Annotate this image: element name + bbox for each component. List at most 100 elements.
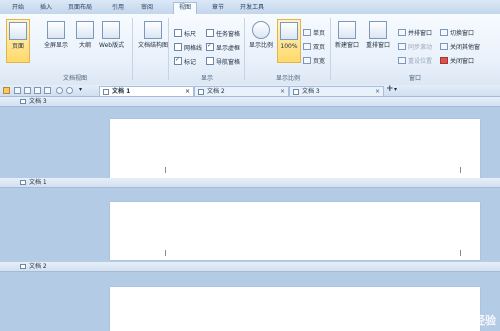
side-by-side-icon bbox=[398, 29, 406, 36]
view-outline-button[interactable]: 大纲 bbox=[73, 19, 97, 63]
doc-structure-button[interactable]: 文档结构图 bbox=[136, 19, 170, 63]
web-layout-icon bbox=[102, 21, 120, 39]
view-web-button[interactable]: Web版式 bbox=[99, 19, 124, 63]
checkbox-icon bbox=[206, 29, 214, 37]
group-label-zoom: 显示比例 bbox=[275, 75, 300, 82]
baidu-watermark: Baidu经验 bbox=[438, 314, 496, 327]
close-tab-icon[interactable]: × bbox=[185, 87, 190, 97]
menu-references[interactable]: 引用 bbox=[112, 3, 124, 13]
gridlines-checkbox[interactable]: 网格线 bbox=[174, 43, 202, 52]
markup-checkbox[interactable]: 标记 bbox=[174, 55, 196, 66]
tab-list-dropdown-icon[interactable]: ▾ bbox=[394, 86, 397, 93]
document-icon bbox=[20, 99, 26, 104]
document-page[interactable] bbox=[110, 287, 480, 331]
close-window-button[interactable]: 关闭窗口 bbox=[440, 57, 474, 66]
document-page[interactable] bbox=[110, 202, 480, 260]
document-pane-3: 文档 3 bbox=[0, 97, 500, 178]
menu-section[interactable]: 章节 bbox=[212, 3, 224, 13]
ribbon: 页面 全屏显示 大纲 Web版式 文档视图 文档结构图 标尺 网格线 标记 任务… bbox=[0, 14, 500, 86]
document-icon bbox=[293, 89, 299, 95]
pane-header: 文档 2 bbox=[0, 262, 500, 272]
crop-mark bbox=[460, 250, 466, 256]
format-painter-icon[interactable] bbox=[44, 87, 51, 94]
sync-scroll-icon bbox=[398, 43, 406, 50]
menu-developer[interactable]: 开发工具 bbox=[240, 3, 264, 13]
document-icon bbox=[198, 89, 204, 95]
menu-start[interactable]: 开始 bbox=[12, 3, 24, 13]
view-page-button[interactable]: 页面 bbox=[6, 19, 30, 63]
document-pane-2: 文档 2 Baidu经验 bbox=[0, 262, 500, 331]
quick-access-dropdown-icon[interactable]: ▾ bbox=[79, 86, 82, 93]
side-by-side-button[interactable]: 并排窗口 bbox=[398, 29, 432, 38]
checkbox-icon bbox=[174, 29, 182, 37]
task-pane-checkbox[interactable]: 任务窗格 bbox=[206, 29, 240, 38]
document-tab-bar: ▾ 文档 1 × 文档 2 × 文档 3 × + ▾ bbox=[0, 84, 500, 97]
save-icon[interactable] bbox=[14, 87, 21, 94]
two-pages-button[interactable]: 双页 bbox=[303, 43, 325, 52]
ruler-checkbox[interactable]: 标尺 bbox=[174, 29, 196, 38]
zoom-100-button[interactable]: 100% bbox=[277, 19, 301, 63]
checkbox-checked-icon bbox=[206, 41, 214, 51]
one-page-button[interactable]: 单页 bbox=[303, 29, 325, 38]
zoom-100-icon bbox=[280, 22, 298, 40]
ribbon-separator bbox=[168, 18, 169, 80]
new-tab-icon[interactable]: + bbox=[386, 84, 394, 94]
document-icon bbox=[20, 180, 26, 185]
ribbon-separator bbox=[330, 18, 331, 80]
crop-mark bbox=[160, 167, 166, 173]
switch-window-button[interactable]: 切换窗口 bbox=[440, 29, 474, 38]
print-icon[interactable] bbox=[24, 87, 31, 94]
one-page-icon bbox=[303, 29, 311, 36]
document-page[interactable] bbox=[110, 119, 480, 178]
crop-mark bbox=[460, 167, 466, 173]
fullscreen-icon bbox=[47, 21, 65, 39]
outline-icon bbox=[76, 21, 94, 39]
open-folder-icon[interactable] bbox=[3, 87, 10, 94]
redo-icon[interactable] bbox=[66, 87, 73, 94]
print-preview-icon[interactable] bbox=[34, 87, 41, 94]
magnifier-icon bbox=[252, 21, 270, 39]
arrange-windows-button[interactable]: 重排窗口 bbox=[364, 19, 392, 63]
group-label-show: 显示 bbox=[200, 75, 213, 82]
show-frames-checkbox[interactable]: 显示虚框 bbox=[206, 41, 240, 52]
pane-header: 文档 3 bbox=[0, 97, 500, 107]
group-label-window: 窗口 bbox=[408, 75, 421, 82]
tab-document-1[interactable]: 文档 1 × bbox=[99, 86, 194, 96]
zoom-button[interactable]: 显示比例 bbox=[247, 19, 275, 63]
close-tab-icon[interactable]: × bbox=[280, 87, 285, 97]
checkbox-icon bbox=[206, 57, 214, 65]
close-tab-icon[interactable]: × bbox=[375, 87, 380, 97]
reset-position-button[interactable]: 重设位置 bbox=[398, 57, 432, 66]
crop-mark bbox=[160, 250, 166, 256]
close-others-button[interactable]: 关闭其他窗 bbox=[440, 43, 480, 52]
switch-window-icon bbox=[440, 29, 448, 36]
view-fullscreen-button[interactable]: 全屏显示 bbox=[44, 19, 68, 63]
ribbon-separator bbox=[244, 18, 245, 80]
page-width-button[interactable]: 页宽 bbox=[303, 57, 325, 66]
two-pages-icon bbox=[303, 43, 311, 50]
tab-document-3[interactable]: 文档 3 × bbox=[289, 86, 384, 96]
page-width-icon bbox=[303, 57, 311, 64]
arrange-windows-icon bbox=[369, 21, 387, 39]
pane-header: 文档 1 bbox=[0, 178, 500, 188]
new-window-button[interactable]: 新建窗口 bbox=[333, 19, 361, 63]
group-label-doc-views: 文档视图 bbox=[62, 75, 87, 82]
checkbox-checked-icon bbox=[174, 55, 182, 65]
new-window-icon bbox=[338, 21, 356, 39]
nav-pane-checkbox[interactable]: 导航窗格 bbox=[206, 57, 240, 66]
document-icon bbox=[20, 264, 26, 269]
close-window-icon bbox=[440, 57, 448, 64]
undo-icon[interactable] bbox=[56, 87, 63, 94]
tab-document-2[interactable]: 文档 2 × bbox=[194, 86, 289, 96]
menu-review[interactable]: 审阅 bbox=[141, 3, 153, 13]
page-view-icon bbox=[9, 22, 27, 40]
sync-scroll-button[interactable]: 同步滚动 bbox=[398, 43, 432, 52]
checkbox-icon bbox=[174, 43, 182, 51]
menu-insert[interactable]: 插入 bbox=[40, 3, 52, 13]
document-pane-1: 文档 1 bbox=[0, 178, 500, 260]
close-others-icon bbox=[440, 43, 448, 50]
document-icon bbox=[103, 89, 109, 95]
reset-position-icon bbox=[398, 57, 406, 64]
ribbon-separator bbox=[132, 18, 133, 80]
menu-page-layout[interactable]: 页面布局 bbox=[68, 3, 92, 13]
